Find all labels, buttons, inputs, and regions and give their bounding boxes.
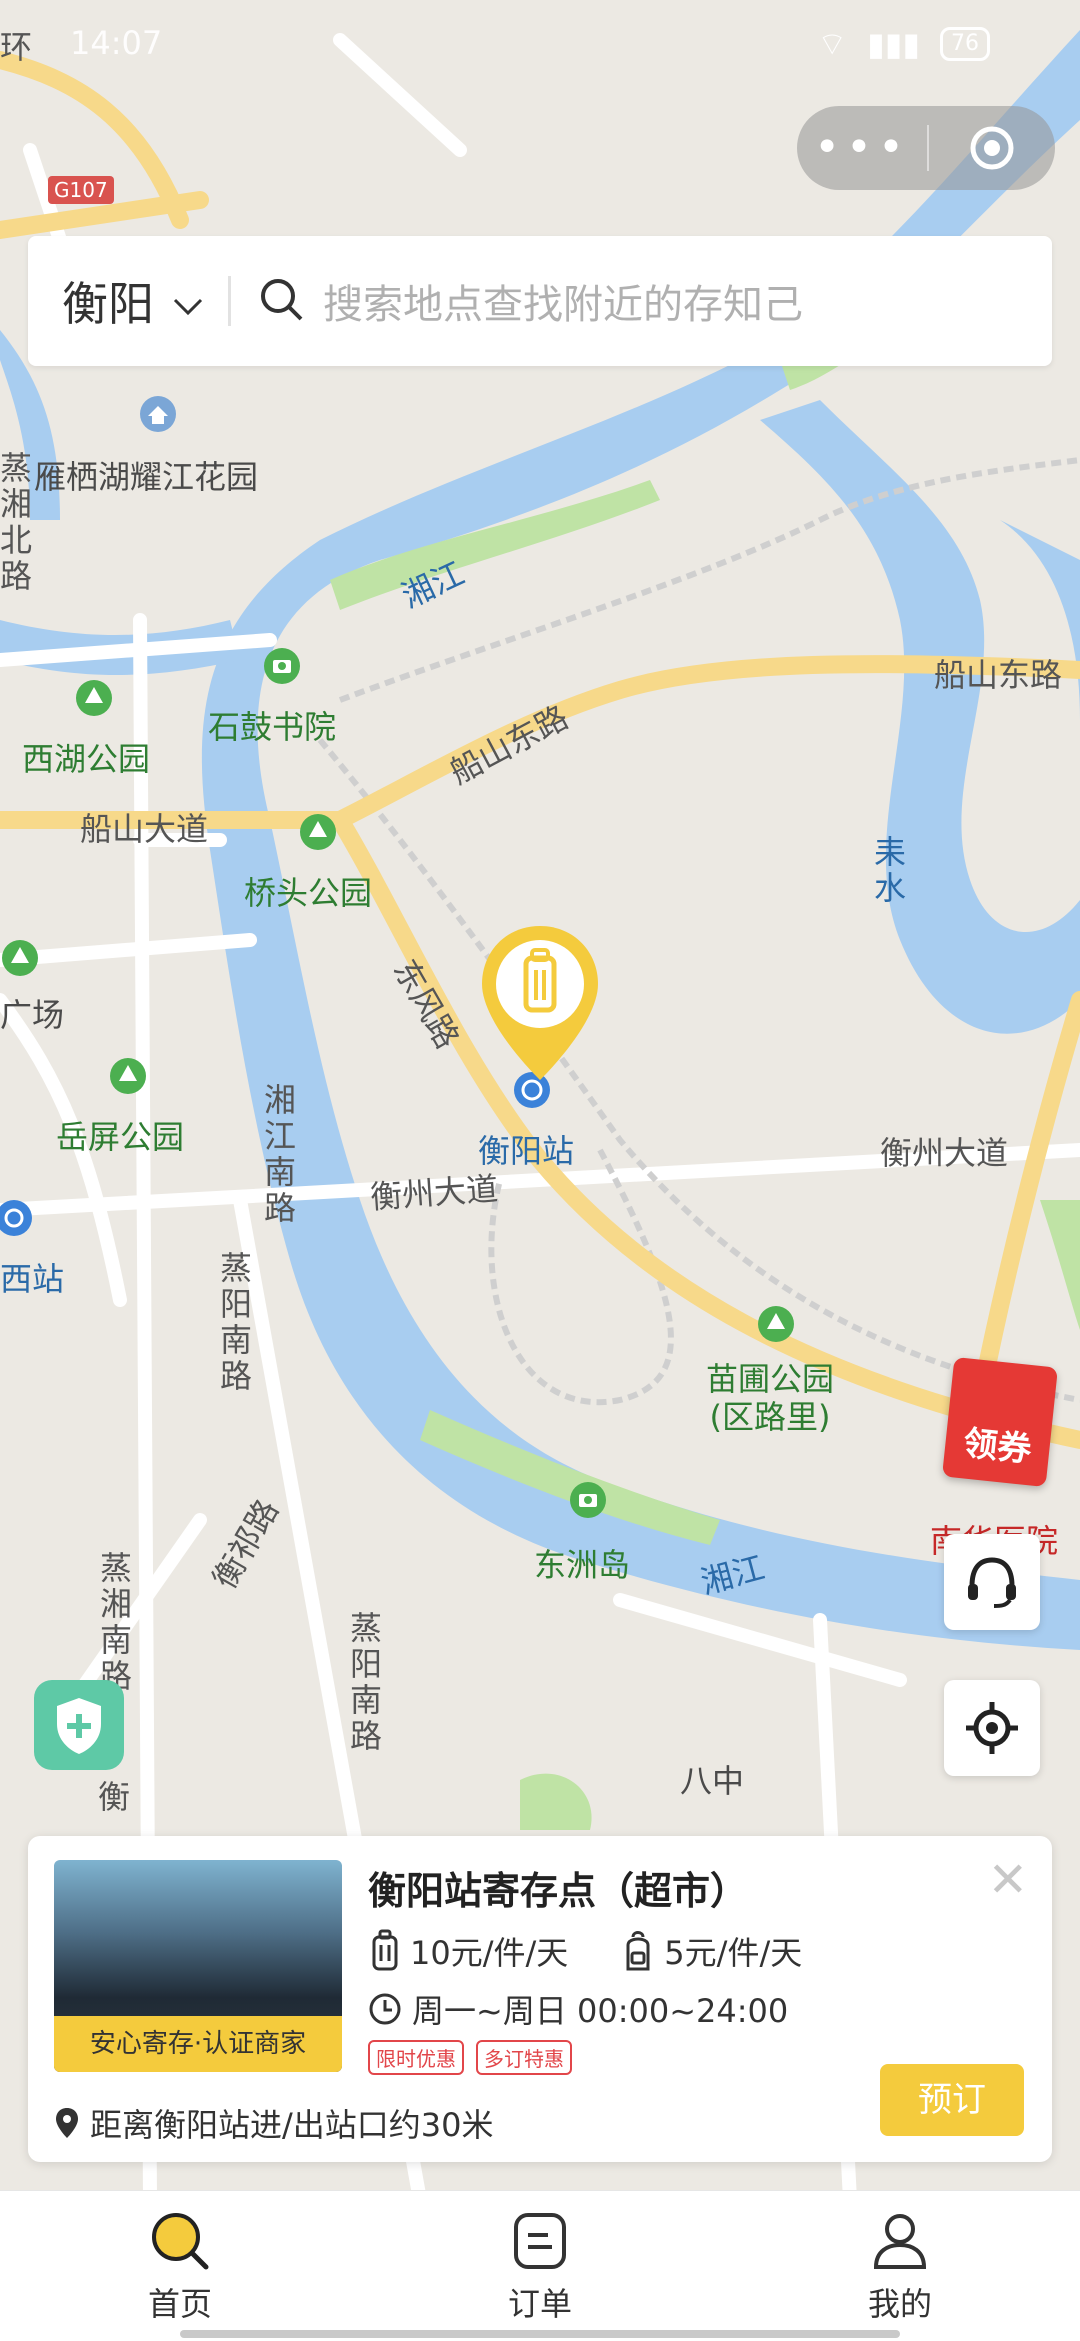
- signal-icon: ▮▮▮: [867, 25, 920, 63]
- headset-icon: [968, 1557, 1016, 1608]
- store-card[interactable]: 安心寄存·认证商家 衡阳站寄存点（超市） ✕ 10元/件/天 5元/件/天 周一…: [28, 1836, 1052, 2162]
- user-icon: [873, 2214, 927, 2269]
- tree-poi-icon: [300, 814, 336, 850]
- store-thumbnail: 安心寄存·认证商家: [54, 1860, 342, 2072]
- tab-bar: 首页 订单 我的: [0, 2190, 1080, 2341]
- home-indicator: [180, 2330, 900, 2338]
- search-icon: [257, 275, 305, 327]
- tree-poi-icon: [758, 1306, 794, 1342]
- price-large-luggage: 10元/件/天: [410, 1934, 569, 1972]
- map-label: 湘江南路: [264, 1081, 297, 1227]
- price-small-luggage: 5元/件/天: [664, 1934, 803, 1972]
- distance-text: 距离衡阳站进/出站口约30米: [90, 2106, 494, 2144]
- tab-label: 我的: [867, 2285, 932, 2323]
- map-label: 广场: [0, 996, 65, 1034]
- map-label: 衡州大道: [880, 1134, 1009, 1172]
- map-label: 船山大道: [80, 810, 209, 848]
- tab-label: 首页: [147, 2285, 212, 2323]
- tab-label: 订单: [507, 2285, 572, 2323]
- map-label: 雁栖湖耀江花园: [34, 458, 259, 496]
- search-input[interactable]: 搜索地点查找附近的存知己: [323, 272, 803, 330]
- map-label: 耒水: [874, 833, 907, 907]
- book-button[interactable]: 预订: [880, 2064, 1024, 2136]
- train-station-icon: [0, 1200, 32, 1236]
- location-pin-icon: [56, 2108, 78, 2138]
- store-title: 衡阳站寄存点（超市）: [368, 1869, 749, 1913]
- customer-service-button[interactable]: [944, 1534, 1040, 1630]
- suitcase-icon: [372, 1929, 398, 1971]
- tree-poi-icon: [2, 940, 38, 976]
- promo-tag: 多订特惠: [476, 2040, 572, 2075]
- tree-poi-icon: [110, 1058, 146, 1094]
- search-home-icon: [152, 2213, 209, 2270]
- map-label: 岳屏公园: [56, 1118, 185, 1156]
- order-list-icon: [514, 2213, 566, 2269]
- distance-row: 距离衡阳站进/出站口约30米: [54, 2100, 494, 2146]
- map-label: 西站: [0, 1260, 65, 1298]
- home-poi-icon: [140, 396, 176, 432]
- tab-home[interactable]: 首页: [0, 2191, 360, 2341]
- crosshair-icon: [966, 1702, 1018, 1754]
- map-label: 衡: [98, 1778, 131, 1816]
- road-badge-g107: G107: [48, 176, 114, 204]
- promo-tag: 限时优惠: [368, 2040, 464, 2075]
- status-time: 14:07: [70, 24, 163, 62]
- coupon-button[interactable]: 领券: [942, 1356, 1058, 1488]
- map-label: 西湖公园: [22, 740, 151, 778]
- status-icons: ⌔ ▮▮▮ 76: [817, 24, 990, 64]
- camera-poi-icon: [570, 1482, 606, 1518]
- price-row: 10元/件/天 5元/件/天: [368, 1928, 802, 1974]
- map-label: 蒸湘北路: [0, 449, 33, 595]
- status-bar: 14:07 ⌔ ▮▮▮ 76: [0, 18, 1080, 68]
- tab-profile[interactable]: 我的: [720, 2191, 1080, 2341]
- map-label: 环: [0, 28, 33, 66]
- more-menu-icon[interactable]: •••: [797, 106, 927, 190]
- store-thumbnail-caption: 安心寄存·认证商家: [54, 2016, 342, 2072]
- shield-plus-icon: [57, 1698, 101, 1754]
- backpack-icon: [626, 1931, 650, 1971]
- close-miniprogram-icon[interactable]: [929, 125, 1055, 171]
- miniprogram-capsule: •••: [797, 106, 1055, 190]
- tab-orders[interactable]: 订单: [360, 2191, 720, 2341]
- clock-icon: [369, 1993, 401, 2025]
- chevron-down-icon: [172, 274, 204, 328]
- map-label: 蒸阳南路: [350, 1609, 383, 1755]
- insurance-shield-button[interactable]: [34, 1680, 124, 1770]
- city-selector[interactable]: 衡阳: [62, 268, 204, 334]
- hours-row: 周一~周日 00:00~24:00: [368, 1986, 788, 2032]
- close-icon[interactable]: ✕: [988, 1856, 1028, 1904]
- city-label: 衡阳: [62, 277, 154, 331]
- wifi-icon: ⌔: [817, 25, 848, 63]
- search-divider: [228, 276, 231, 326]
- search-bar: 衡阳 搜索地点查找附近的存知己: [28, 236, 1052, 366]
- map-label: 船山东路: [934, 656, 1063, 694]
- map-label: 衡州大道: [368, 1169, 500, 1217]
- battery-icon: 76: [940, 27, 990, 61]
- luggage-location-marker-icon[interactable]: [476, 920, 604, 1090]
- promo-tags: 限时优惠 多订特惠: [368, 2040, 572, 2075]
- map-label: 八中: [680, 1762, 745, 1800]
- map-label: 蒸湘南路: [100, 1549, 133, 1695]
- map-label: 桥头公园: [244, 874, 373, 912]
- opening-hours: 周一~周日 00:00~24:00: [412, 1992, 789, 2030]
- camera-poi-icon: [264, 648, 300, 684]
- locate-me-button[interactable]: [944, 1680, 1040, 1776]
- map-label: 东洲岛: [534, 1546, 631, 1584]
- map-label: 苗圃公园 (区路里): [706, 1360, 835, 1436]
- coupon-label: 领券: [961, 1423, 1034, 1471]
- map-label: 石鼓书院: [208, 708, 337, 746]
- map-label: 蒸阳南路: [220, 1249, 253, 1395]
- tree-poi-icon: [76, 680, 112, 716]
